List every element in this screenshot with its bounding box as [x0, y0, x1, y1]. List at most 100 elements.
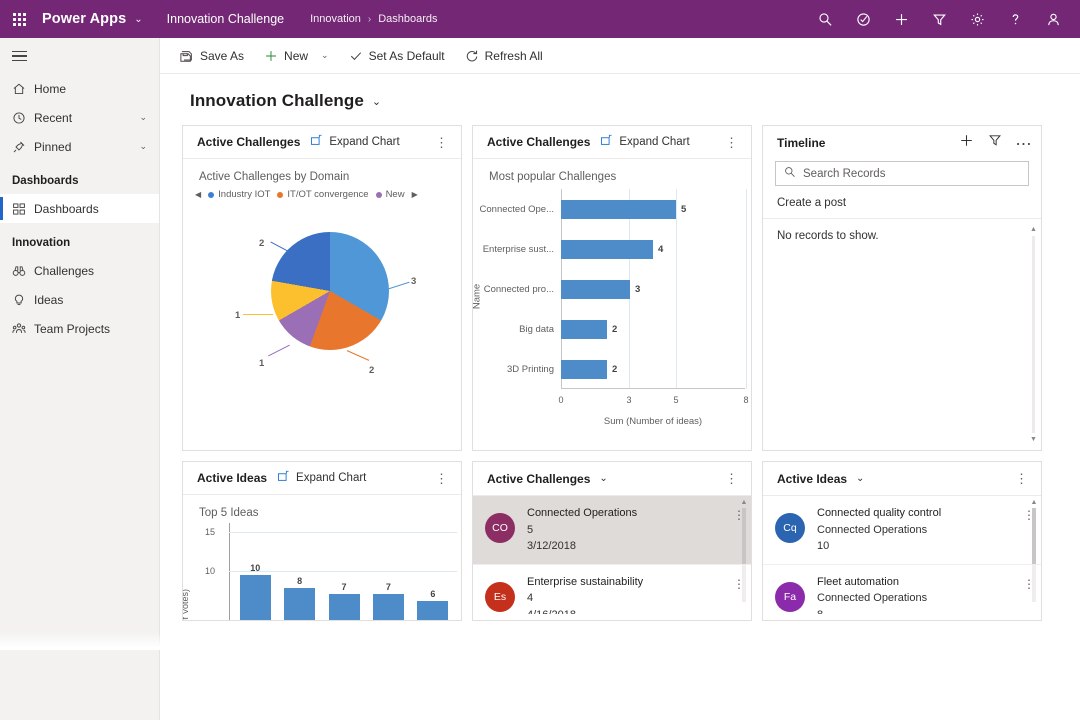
expand-chart-button[interactable]: Expand Chart: [310, 134, 399, 150]
card-menu-button[interactable]: ⋮: [720, 472, 743, 485]
card-active-challenges-pie: Active Challenges Expand Chart ⋮ Active …: [182, 125, 462, 451]
brand-title[interactable]: Power Apps: [42, 11, 126, 27]
ellipsis-icon[interactable]: [1016, 134, 1031, 152]
bar-value-label: 4: [658, 244, 663, 255]
sidebar-item-dashboards[interactable]: Dashboards: [0, 194, 159, 223]
card-menu-button[interactable]: ⋮: [720, 136, 743, 149]
bar-value-label: 2: [612, 364, 617, 375]
page-title-chevron-down-icon[interactable]: ⌄: [372, 95, 381, 108]
breadcrumb-item-dashboards[interactable]: Dashboards: [378, 13, 437, 25]
create-a-post-button[interactable]: Create a post: [763, 186, 1041, 218]
pie-graphic: [271, 232, 389, 350]
card-menu-button[interactable]: ⋮: [430, 136, 453, 149]
sidebar-item-pinned[interactable]: Pinned ⌄: [0, 132, 159, 161]
bar-track: 2: [561, 309, 751, 349]
legend-prev-icon[interactable]: ◀: [195, 190, 201, 199]
bar: [561, 280, 630, 299]
new-button[interactable]: New ⌄: [254, 42, 339, 70]
sidebar-item-recent[interactable]: Recent ⌄: [0, 103, 159, 132]
chevron-down-icon[interactable]: ⌄: [856, 473, 864, 484]
filter-icon[interactable]: [988, 133, 1002, 152]
search-placeholder: Search Records: [803, 168, 885, 180]
save-as-icon: [180, 49, 194, 63]
sidebar-item-label: Home: [34, 82, 159, 96]
legend-next-icon[interactable]: ▶: [412, 190, 418, 199]
search-icon[interactable]: [806, 0, 844, 38]
app-launcher-icon[interactable]: [0, 0, 38, 38]
scroll-up-icon[interactable]: ▲: [1029, 498, 1039, 507]
pin-icon: [12, 140, 34, 154]
card-menu-button[interactable]: ⋮: [1010, 472, 1033, 485]
breadcrumb-item-innovation[interactable]: Innovation: [310, 13, 361, 25]
list-item-text: Connected Operations 5 3/12/2018: [527, 505, 637, 555]
scroll-down-icon[interactable]: ▼: [1029, 435, 1038, 444]
legend-item[interactable]: New: [376, 189, 405, 200]
column-item: 6: [411, 523, 455, 621]
plus-icon[interactable]: [959, 133, 974, 153]
list-scrollbar[interactable]: ▲: [1029, 498, 1039, 612]
check-circle-icon[interactable]: [844, 0, 882, 38]
bar-track: 5: [561, 189, 751, 229]
person-icon[interactable]: [1034, 0, 1072, 38]
timeline-scrollbar[interactable]: ▲ ▼: [1029, 225, 1038, 444]
expand-chart-button[interactable]: Expand Chart: [277, 470, 366, 486]
chart-title: Active Challenges by Domain: [183, 159, 461, 183]
chevron-down-icon[interactable]: ⌄: [139, 141, 159, 152]
bar-value-label: 2: [612, 324, 617, 335]
top-bar: Power Apps ⌄ Innovation Challenge Innova…: [0, 0, 1080, 38]
command-label: Save As: [200, 49, 244, 63]
legend-label: New: [386, 189, 405, 200]
chart-title: Most popular Challenges: [473, 159, 751, 183]
save-as-button[interactable]: Save As: [170, 42, 254, 70]
sidebar-item-ideas[interactable]: Ideas: [0, 285, 159, 314]
gear-icon[interactable]: [958, 0, 996, 38]
chevron-down-icon[interactable]: ⌄: [599, 473, 607, 484]
avatar: CO: [485, 513, 515, 543]
filter-icon[interactable]: [920, 0, 958, 38]
list-item-date: 4/16/2018: [527, 607, 643, 615]
list-item[interactable]: Es Enterprise sustainability 4 4/16/2018…: [473, 565, 751, 615]
chevron-down-icon[interactable]: ⌄: [321, 50, 329, 61]
list-item-date: 3/12/2018: [527, 538, 637, 555]
scroll-thumb[interactable]: [742, 508, 746, 564]
expand-chart-label: Expand Chart: [619, 136, 689, 148]
legend-item[interactable]: Industry IOT: [208, 189, 270, 200]
sidebar-item-team-projects[interactable]: Team Projects: [0, 314, 159, 343]
legend-item[interactable]: IT/OT convergence: [277, 189, 368, 200]
sidebar-item-label: Dashboards: [34, 202, 159, 216]
card-menu-button[interactable]: ⋮: [430, 472, 453, 485]
help-icon[interactable]: [996, 0, 1034, 38]
sidebar-item-challenges[interactable]: Challenges: [0, 256, 159, 285]
timeline-empty-message: No records to show.: [763, 219, 1041, 242]
expand-chart-button[interactable]: Expand Chart: [600, 134, 689, 150]
chevron-down-icon[interactable]: ⌄: [139, 112, 159, 123]
bar-category-label: Connected pro...: [473, 284, 561, 295]
bar: [561, 360, 607, 379]
list-item[interactable]: Cq Connected quality control Connected O…: [763, 496, 1041, 565]
breadcrumb: Innovation › Dashboards: [310, 13, 437, 25]
set-as-default-button[interactable]: Set As Default: [339, 42, 455, 70]
main-content: Save As New ⌄ Set As Default Refresh All: [160, 38, 1080, 720]
brand-chevron-down-icon[interactable]: ⌄: [134, 14, 142, 25]
scroll-up-icon[interactable]: ▲: [739, 498, 749, 507]
list-item[interactable]: Fa Fleet automation Connected Operations…: [763, 565, 1041, 615]
plus-icon[interactable]: [882, 0, 920, 38]
bar-row: Connected Ope... 5: [473, 189, 751, 229]
card-active-challenges-bar: Active Challenges Expand Chart ⋮ Most po…: [472, 125, 752, 451]
pie-chart: 3 2 1 1 2: [183, 200, 461, 415]
x-tick-label: 0: [558, 395, 563, 405]
sidebar-item-home[interactable]: Home: [0, 74, 159, 103]
scroll-up-icon[interactable]: ▲: [1029, 225, 1038, 234]
search-records-input[interactable]: Search Records: [775, 161, 1029, 186]
list-item[interactable]: CO Connected Operations 5 3/12/2018 ⋮: [473, 496, 751, 565]
card-title: Active Challenges: [197, 135, 300, 149]
list-item-text: Connected quality control Connected Oper…: [817, 505, 941, 555]
hamburger-icon[interactable]: [0, 38, 159, 74]
scroll-thumb[interactable]: [1032, 508, 1036, 564]
x-tick-label: 3: [626, 395, 631, 405]
card-header: Active Challenges Expand Chart ⋮: [183, 126, 461, 159]
timeline-header: Timeline: [763, 126, 1041, 159]
avatar: Cq: [775, 513, 805, 543]
list-scrollbar[interactable]: ▲: [739, 498, 749, 612]
refresh-all-button[interactable]: Refresh All: [455, 42, 553, 70]
